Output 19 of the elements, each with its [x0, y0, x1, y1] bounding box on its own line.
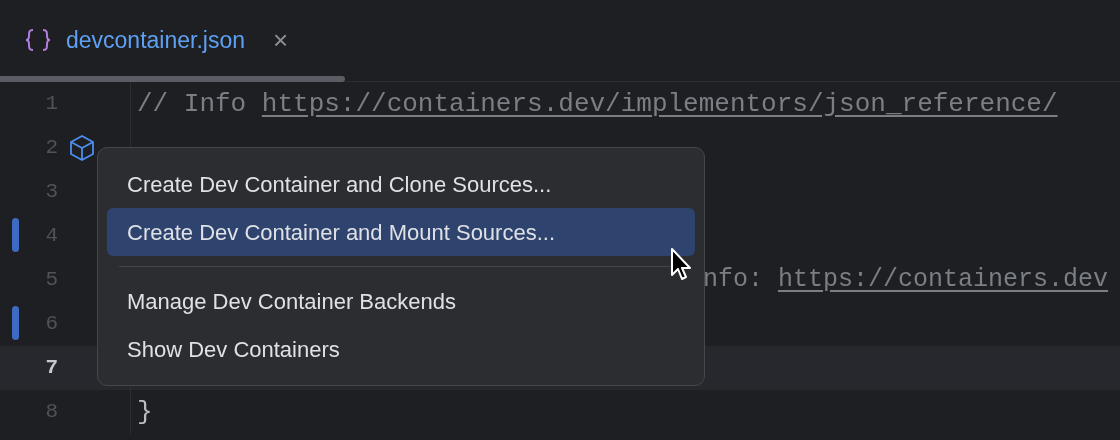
code-brace: }: [137, 395, 153, 429]
menu-item[interactable]: Show Dev Containers: [107, 325, 695, 373]
menu-item[interactable]: Create Dev Container and Mount Sources...: [107, 208, 695, 256]
tab-title: devcontainer.json: [66, 25, 245, 55]
change-marker[interactable]: [12, 306, 19, 340]
url-link[interactable]: https://containers.dev/implementors/json_reference/: [261, 84, 1058, 124]
menu-item[interactable]: Create Dev Container and Clone Sources...: [107, 160, 695, 208]
menu-item[interactable]: Manage Dev Container Backends: [107, 277, 695, 325]
code-comment: // Info: [137, 87, 248, 121]
close-icon[interactable]: ×: [273, 20, 289, 60]
url-link[interactable]: https://containers.dev: [778, 261, 1109, 299]
scrollbar-thumb[interactable]: [0, 76, 345, 82]
change-marker[interactable]: [12, 218, 19, 252]
editor-tab[interactable]: devcontainer.json ×: [0, 0, 345, 72]
code-comment: nfo:: [703, 264, 764, 297]
cube-icon[interactable]: [68, 134, 96, 162]
braces-icon: [24, 28, 52, 52]
mouse-pointer-icon: [670, 247, 692, 283]
line-number: 7: [44, 355, 58, 382]
